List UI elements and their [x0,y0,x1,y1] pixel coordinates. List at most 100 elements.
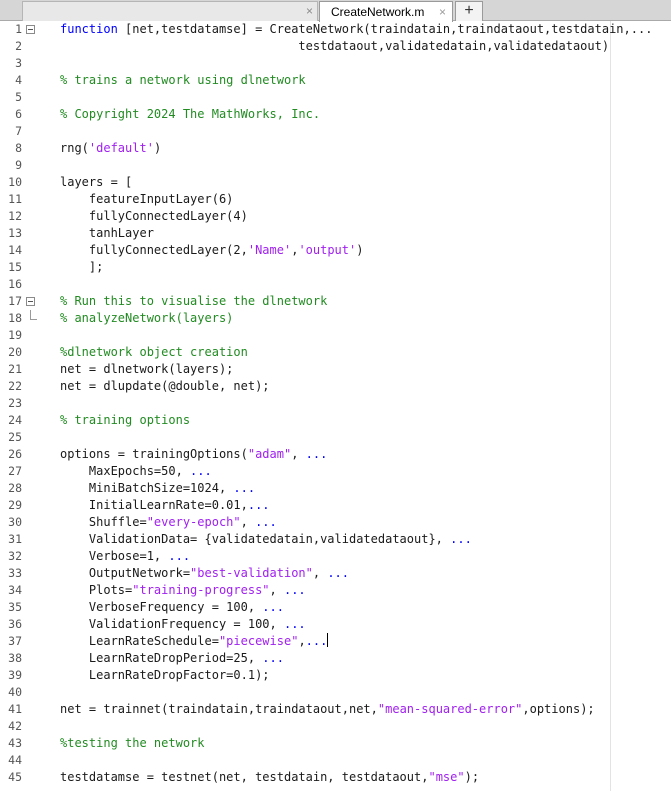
code-line[interactable]: 39 LearnRateDropFactor=0.1); [0,667,671,684]
line-number: 17 [8,294,22,308]
code-line[interactable]: 23 [0,395,671,412]
tab-previous-file[interactable]: × [22,1,318,21]
code-line[interactable]: 33 OutputNetwork="best-validation", ... [0,565,671,582]
code-line[interactable]: 38 LearnRateDropPeriod=25, ... [0,650,671,667]
code-line[interactable]: 30 Shuffle="every-epoch", ... [0,514,671,531]
code-line[interactable]: 7 [0,123,671,140]
code-line[interactable]: 11 featureInputLayer(6) [0,191,671,208]
line-number: 1 [15,22,22,36]
code-text[interactable]: % analyzeNetwork(layers) [60,310,233,327]
close-tab-icon[interactable]: × [439,3,446,21]
code-line[interactable]: 28 MiniBatchSize=1024, ... [0,480,671,497]
line-number: 43 [8,736,22,750]
code-line[interactable]: 24 % training options [0,412,671,429]
fold-collapse-icon[interactable] [26,25,35,34]
close-tab-icon[interactable]: × [306,2,313,20]
code-line[interactable]: 36 ValidationFrequency = 100, ... [0,616,671,633]
code-line[interactable]: 2 testdataout,validatedatain,validatedat… [0,38,671,55]
code-text[interactable]: options = trainingOptions("adam", ... [60,446,327,463]
code-line[interactable]: 32 Verbose=1, ... [0,548,671,565]
code-line[interactable]: 40 [0,684,671,701]
code-text[interactable]: net = trainnet(traindatain,traindataout,… [60,701,595,718]
code-text[interactable]: % Run this to visualise the dlnetwork [60,293,327,310]
code-text[interactable]: % trains a network using dlnetwork [60,72,306,89]
tab-createnetwork[interactable]: CreateNetwork.m × [319,1,453,22]
code-line[interactable]: 17 % Run this to visualise the dlnetwork [0,293,671,310]
code-line[interactable]: 26 options = trainingOptions("adam", ... [0,446,671,463]
code-text[interactable]: InitialLearnRate=0.01,... [60,497,270,514]
code-text[interactable]: VerboseFrequency = 100, ... [60,599,284,616]
code-text[interactable]: testdatamse = testnet(net, testdatain, t… [60,769,479,786]
code-text[interactable]: net = dlupdate(@double, net); [60,378,270,395]
code-text[interactable]: ValidationFrequency = 100, ... [60,616,306,633]
code-line[interactable]: 22 net = dlupdate(@double, net); [0,378,671,395]
code-text[interactable]: LearnRateSchedule="piecewise",... [60,633,329,650]
code-line[interactable]: 18 % analyzeNetwork(layers) [0,310,671,327]
code-line[interactable]: 12 fullyConnectedLayer(4) [0,208,671,225]
code-text[interactable]: fullyConnectedLayer(4) [60,208,248,225]
code-line[interactable]: 21 net = dlnetwork(layers); [0,361,671,378]
code-text[interactable]: ]; [60,259,103,276]
comment-token: % Copyright 2024 The MathWorks, Inc. [60,107,321,121]
code-editor[interactable]: 1 function [net,testdatamse] = CreateNetw… [0,21,671,786]
code-text[interactable]: MaxEpochs=50, ... [60,463,212,480]
code-line[interactable]: 19 [0,327,671,344]
code-line[interactable]: 10 layers = [ [0,174,671,191]
editor-tab-bar: × CreateNetwork.m × + [0,0,671,22]
fold-collapse-icon[interactable] [26,297,35,306]
code-text[interactable]: %dlnetwork object creation [60,344,248,361]
code-text[interactable]: fullyConnectedLayer(2,'Name','output') [60,242,364,259]
code-line[interactable]: 27 MaxEpochs=50, ... [0,463,671,480]
code-line[interactable]: 20 %dlnetwork object creation [0,344,671,361]
code-line[interactable]: 1 function [net,testdatamse] = CreateNetw… [0,21,671,38]
code-line[interactable]: 34 Plots="training-progress", ... [0,582,671,599]
line-number: 3 [15,56,22,70]
code-line[interactable]: 15 ]; [0,259,671,276]
code-line[interactable]: 16 [0,276,671,293]
code-text[interactable]: Shuffle="every-epoch", ... [60,514,277,531]
code-text[interactable]: %testing the network [60,735,205,752]
line-number: 25 [8,430,22,444]
code-text[interactable]: MiniBatchSize=1024, ... [60,480,255,497]
code-text[interactable]: LearnRateDropFactor=0.1); [60,667,270,684]
code-text[interactable]: testdataout,validatedatain,validatedatao… [60,38,609,55]
code-line[interactable]: 3 [0,55,671,72]
code-line[interactable]: 8 rng('default') [0,140,671,157]
code-text[interactable]: ValidationData= {validatedatain,validate… [60,531,472,548]
code-text[interactable]: % training options [60,412,190,429]
code-line[interactable]: 31 ValidationData= {validatedatain,valid… [0,531,671,548]
line-number: 16 [8,277,22,291]
line-number: 5 [15,90,22,104]
code-line[interactable]: 35 VerboseFrequency = 100, ... [0,599,671,616]
code-line[interactable]: 13 tanhLayer [0,225,671,242]
code-text[interactable]: Verbose=1, ... [60,548,190,565]
new-tab-button[interactable]: + [455,1,483,21]
code-line[interactable]: 14 fullyConnectedLayer(2,'Name','output'… [0,242,671,259]
code-line[interactable]: 6 % Copyright 2024 The MathWorks, Inc. [0,106,671,123]
code-text[interactable]: tanhLayer [60,225,154,242]
code-line[interactable]: 5 [0,89,671,106]
code-line[interactable]: 25 [0,429,671,446]
code-line[interactable]: 42 [0,718,671,735]
line-number: 32 [8,549,22,563]
keyword-token: ... [247,498,270,512]
code-line[interactable]: 44 [0,752,671,769]
code-text[interactable]: rng('default') [60,140,161,157]
code-text[interactable]: layers = [ [60,174,132,191]
code-text[interactable]: function [net,testdatamse] = CreateNetwo… [60,21,652,38]
code-text[interactable]: % Copyright 2024 The MathWorks, Inc. [60,106,320,123]
comment-token: % analyzeNetwork(layers) [60,311,234,325]
code-text[interactable]: Plots="training-progress", ... [60,582,306,599]
code-line[interactable]: 45 testdatamse = testnet(net, testdatain,… [0,769,671,786]
code-token: VerboseFrequency = 100, [60,600,263,614]
code-line[interactable]: 41 net = trainnet(traindatain,traindataou… [0,701,671,718]
code-line[interactable]: 43 %testing the network [0,735,671,752]
code-line[interactable]: 9 [0,157,671,174]
code-text[interactable]: LearnRateDropPeriod=25, ... [60,650,284,667]
code-text[interactable]: net = dlnetwork(layers); [60,361,233,378]
code-text[interactable]: OutputNetwork="best-validation", ... [60,565,349,582]
code-line[interactable]: 37 LearnRateSchedule="piecewise",... [0,633,671,650]
code-line[interactable]: 29 InitialLearnRate=0.01,... [0,497,671,514]
code-text[interactable]: featureInputLayer(6) [60,191,234,208]
code-line[interactable]: 4 % trains a network using dlnetwork [0,72,671,89]
